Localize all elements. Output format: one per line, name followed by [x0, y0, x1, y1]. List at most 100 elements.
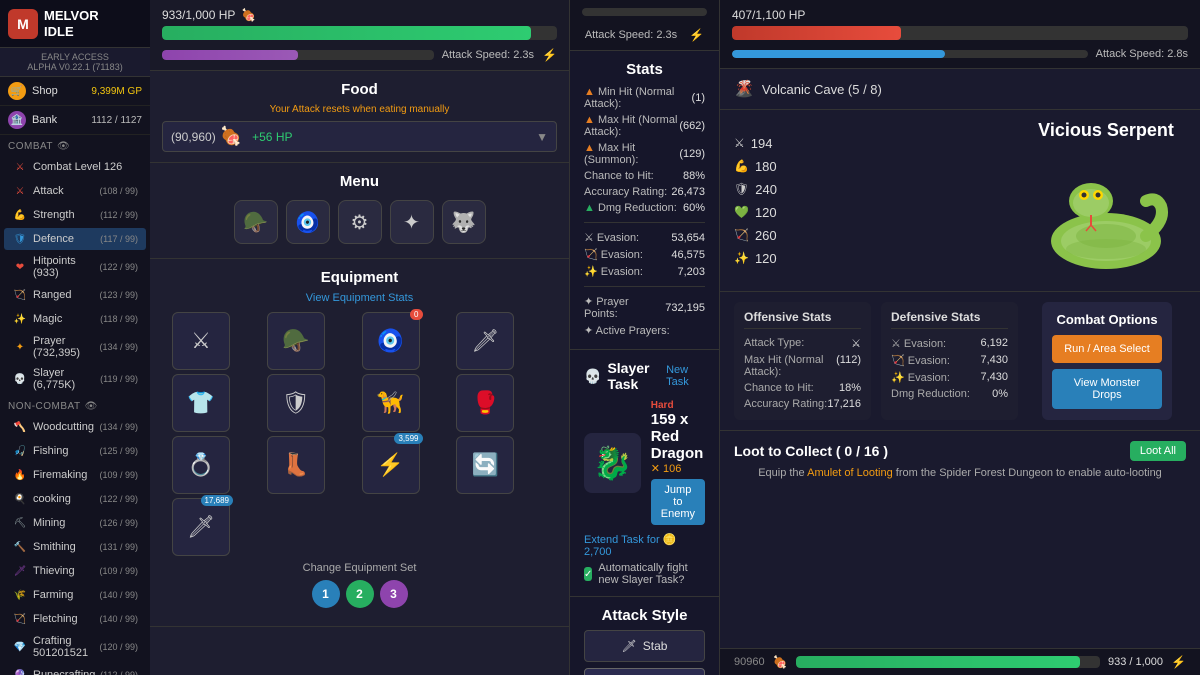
equip-slot-shield[interactable]: 🛡: [267, 374, 325, 432]
equip-slot-weapon[interactable]: ⚔: [172, 312, 230, 370]
sidebar-item-prayer[interactable]: ✦ Prayer (732,395) (134 / 99): [4, 332, 146, 362]
stab-button[interactable]: 🗡 Stab: [584, 630, 705, 662]
equip-slot-necklace[interactable]: 🧿 0: [362, 312, 420, 370]
firemaking-level: (109 / 99): [99, 470, 138, 480]
sidebar-item-defence[interactable]: 🛡 Defence (117 / 99): [4, 228, 146, 250]
menu-item-orb[interactable]: 🧿: [286, 200, 330, 244]
ranged-label: Ranged: [33, 289, 99, 301]
equip-slot-special2[interactable]: 🗡 17,689: [172, 498, 230, 556]
sidebar-item-attack[interactable]: ⚔ Attack (108 / 99): [4, 180, 146, 202]
sidebar-item-strength[interactable]: 💪 Strength (112 / 99): [4, 204, 146, 226]
sidebar-item-crafting[interactable]: 💎 Crafting 501201521 (120 / 99): [4, 632, 146, 662]
sidebar-item-magic[interactable]: ✨ Magic (118 / 99): [4, 308, 146, 330]
equip-slot-offhand[interactable]: 🗡: [456, 312, 514, 370]
monster-magic-val: 120: [755, 251, 777, 266]
fishing-label: Fishing: [33, 445, 99, 457]
stats-title: Stats: [584, 61, 705, 78]
bottom-hp-bar-fill: [796, 656, 1080, 668]
cooking-level: (122 / 99): [99, 494, 138, 504]
equip-slot-pet[interactable]: 🦮: [362, 374, 420, 432]
stats-max-hit-summon-value: (129): [679, 148, 705, 160]
off-accuracy-label: Accuracy Rating:: [744, 398, 827, 410]
monster-ranged-icon: 🏹: [734, 228, 749, 242]
shop-icon: 🛒: [8, 82, 26, 100]
prayer-label: Prayer (732,395): [33, 335, 99, 359]
fletching-icon: 🏹: [12, 611, 28, 627]
menu-item-helmet[interactable]: 🪖: [234, 200, 278, 244]
equip-slot-ring[interactable]: 💍: [172, 436, 230, 494]
equipment-set-2[interactable]: 2: [346, 580, 374, 608]
off-chance-row: Chance to Hit: 18%: [744, 380, 861, 396]
view-equipment-stats-link[interactable]: View Equipment Stats: [162, 292, 557, 304]
menu-item-gear[interactable]: ⚙: [338, 200, 382, 244]
monster-as-bar-bg: [732, 50, 1088, 58]
crafting-level: (120 / 99): [99, 642, 138, 652]
sidebar-item-woodcutting[interactable]: 🪓 Woodcutting (134 / 99): [4, 416, 146, 438]
ranged-icon: 🏹: [12, 287, 28, 303]
defence-icon: 🛡: [12, 231, 28, 247]
monster-hp-area: 407/1,100 HP: [720, 0, 1200, 44]
sidebar-item-firemaking[interactable]: 🔥 Firemaking (109 / 99): [4, 464, 146, 486]
equip-slot-special1[interactable]: ⚡ 3,599: [362, 436, 420, 494]
extend-task-link[interactable]: Extend Task for 🪙 2,700: [584, 533, 705, 558]
sidebar-item-mining[interactable]: ⛏ Mining (126 / 99): [4, 512, 146, 534]
equip-slot-passive[interactable]: 🔄: [456, 436, 514, 494]
food-selector[interactable]: (90,960) 🍖 +56 HP ▼: [162, 121, 557, 152]
sidebar-item-hitpoints[interactable]: ❤ Hitpoints (933) (122 / 99): [4, 252, 146, 282]
equipment-set-buttons: 1 2 3: [162, 580, 557, 608]
menu-section: Menu 🪖 🧿 ⚙ ✦ 🐺: [150, 163, 569, 259]
sidebar-item-ranged[interactable]: 🏹 Ranged (123 / 99): [4, 284, 146, 306]
sidebar-item-smithing[interactable]: 🔨 Smithing (131 / 99): [4, 536, 146, 558]
sidebar-item-fletching[interactable]: 🏹 Fletching (140 / 99): [4, 608, 146, 630]
auto-fight-checkbox[interactable]: ✓: [584, 567, 592, 581]
slayer-content: 🐉 Hard 159 x Red Dragon ✕ 106 Jump to En…: [584, 400, 705, 525]
def-evasion2-label: 🏹 Evasion:: [891, 354, 950, 367]
change-equipment-set-label: Change Equipment Set: [162, 562, 557, 574]
loot-all-button[interactable]: Loot All: [1130, 441, 1186, 461]
def-evasion1-value: 6,192: [980, 337, 1008, 350]
sidebar-item-thieving[interactable]: 🗡 Thieving (109 / 99): [4, 560, 146, 582]
equip-slot-boots[interactable]: 👢: [267, 436, 325, 494]
equip-slot-gloves[interactable]: 🥊: [456, 374, 514, 432]
middle-attack-speed-text: Attack Speed: 2.3s: [585, 29, 677, 41]
monster-name: Vicious Serpent: [1038, 120, 1174, 141]
off-chance-label: Chance to Hit:: [744, 382, 814, 394]
stats-chance-to-hit-label: Chance to Hit:: [584, 170, 654, 182]
off-max-hit-label: Max Hit (Normal Attack):: [744, 354, 836, 378]
equip-slot-helmet[interactable]: 🪖: [267, 312, 325, 370]
farming-icon: 🌾: [12, 587, 28, 603]
smithing-label: Smithing: [33, 541, 99, 553]
def-evasion1-row: ⚔ Evasion: 6,192: [891, 335, 1008, 352]
shop-row[interactable]: 🛒 Shop 9,399M GP: [0, 77, 150, 106]
view-monster-drops-button[interactable]: View Monster Drops: [1052, 369, 1162, 409]
cooking-label: cooking: [33, 493, 99, 505]
equipment-set-1[interactable]: 1: [312, 580, 340, 608]
sidebar-item-slayer[interactable]: 💀 Slayer (6,775K) (119 / 99): [4, 364, 146, 394]
player-hp-bar-fill: [162, 26, 531, 40]
mining-icon: ⛏: [12, 515, 28, 531]
jump-to-enemy-button[interactable]: Jump to Enemy: [651, 479, 705, 525]
player-attack-speed-area: Attack Speed: 2.3s ⚡: [150, 44, 569, 71]
slash-button[interactable]: ⚔ Slash: [584, 668, 705, 675]
amulet-link[interactable]: Amulet of Looting: [807, 467, 893, 479]
monster-hp-icon: 💚: [734, 205, 749, 219]
menu-item-wolf[interactable]: 🐺: [442, 200, 486, 244]
menu-item-star[interactable]: ✦: [390, 200, 434, 244]
equipment-set-3[interactable]: 3: [380, 580, 408, 608]
bank-row[interactable]: 🏦 Bank 1112 / 1127: [0, 106, 150, 135]
slayer-new-task-link[interactable]: New Task: [666, 364, 705, 388]
middle-hp-area: [570, 0, 719, 24]
logo-icon: M: [8, 9, 38, 39]
player-as-icon: ⚡: [542, 48, 557, 62]
sidebar-item-fishing[interactable]: 🎣 Fishing (125 / 99): [4, 440, 146, 462]
mining-label: Mining: [33, 517, 99, 529]
stats-evasion2-value: 46,575: [671, 249, 705, 261]
attack-style-section: Attack Style 🗡 Stab ⚔ Slash 🛡 Block: [570, 597, 719, 675]
run-area-select-button[interactable]: Run / Area Select: [1052, 335, 1162, 363]
sidebar-item-runecrafting[interactable]: 🔮 Runecrafting (112 / 99): [4, 664, 146, 675]
firemaking-label: Firemaking: [33, 469, 99, 481]
sidebar-item-cooking[interactable]: 🍳 cooking (122 / 99): [4, 488, 146, 510]
sidebar-item-farming[interactable]: 🌾 Farming (140 / 99): [4, 584, 146, 606]
equipment-section: Equipment View Equipment Stats ⚔ 🪖 🧿 0 🗡…: [150, 259, 569, 627]
equip-slot-chest[interactable]: 👕: [172, 374, 230, 432]
